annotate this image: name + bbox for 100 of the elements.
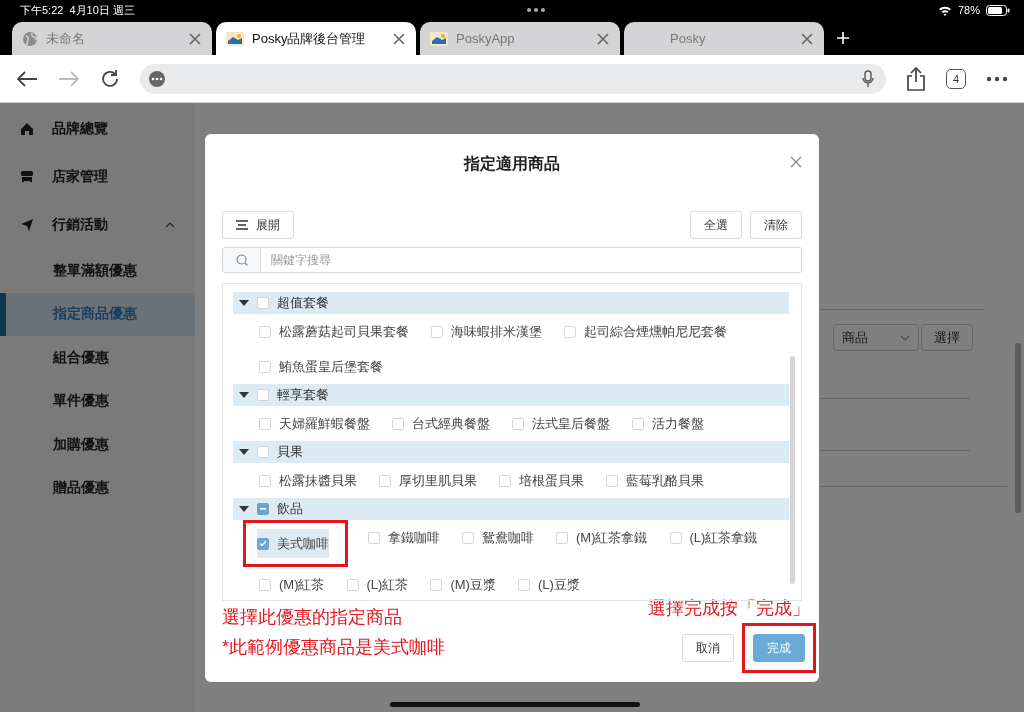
checkbox[interactable] (499, 474, 511, 487)
product-label: 鮪魚蛋皇后堡套餐 (279, 357, 383, 376)
send-icon (20, 218, 34, 232)
category-label: 輕享套餐 (277, 386, 329, 404)
close-icon[interactable] (790, 156, 802, 168)
category-row[interactable]: 超值套餐 (233, 292, 789, 314)
browser-tab[interactable]: Posky (624, 22, 824, 55)
checkbox[interactable] (556, 531, 568, 544)
product-label: 台式經典餐盤 (412, 414, 490, 433)
more-icon[interactable] (986, 75, 1008, 82)
close-icon (596, 31, 610, 46)
checkbox[interactable] (517, 578, 530, 591)
dialog-title: 指定適用商品 (464, 153, 560, 174)
home-icon (20, 122, 34, 136)
sidebar-subitem[interactable]: 贈品優惠 (0, 466, 195, 510)
expand-button[interactable]: 展開 (222, 211, 294, 239)
product-label: 拿鐵咖啡 (388, 528, 440, 547)
sidebar-subitem[interactable]: 加購優惠 (0, 423, 195, 467)
checkbox[interactable] (257, 537, 269, 550)
done-button[interactable]: 完成 (753, 634, 805, 662)
browser-tab[interactable]: 未命名 (12, 22, 212, 55)
clear-button[interactable]: 清除 (750, 211, 802, 239)
new-tab-icon[interactable] (836, 30, 850, 45)
category-row[interactable]: 貝果 (233, 441, 789, 463)
browser-tab[interactable]: Posky品牌後台管理 (216, 22, 416, 55)
more-circle-icon (148, 69, 166, 88)
close-icon (800, 31, 814, 46)
search-field[interactable]: 關鍵字搜尋 (261, 247, 802, 273)
address-field[interactable] (140, 63, 886, 94)
checkbox[interactable] (257, 503, 269, 515)
battery-icon (986, 4, 1010, 16)
battery-percent: 78% (957, 4, 980, 16)
sidebar-subitem[interactable]: 組合優惠 (0, 336, 195, 380)
checkbox[interactable] (259, 417, 271, 430)
category-row[interactable]: 飲品 (233, 498, 789, 520)
list-icon (236, 220, 248, 230)
annotation-text: *此範例優惠商品是美式咖啡 (222, 636, 446, 659)
product-label: (M)豆漿 (450, 575, 496, 594)
checkmark-icon (259, 540, 267, 547)
checkbox[interactable] (259, 325, 271, 338)
more-dots-icon (526, 7, 547, 13)
type-select[interactable]: 商品 (833, 324, 919, 351)
checkbox[interactable] (669, 531, 682, 544)
checkbox[interactable] (379, 474, 391, 487)
microphone-icon (862, 69, 874, 88)
product-label: (L)豆漿 (537, 575, 580, 594)
checkbox[interactable] (512, 417, 524, 430)
share-icon[interactable] (906, 66, 926, 91)
sidebar-subitem[interactable]: 單件優惠 (0, 379, 195, 423)
category-label: 超值套餐 (277, 294, 329, 312)
category-label: 貝果 (277, 443, 303, 461)
sidebar-subitem[interactable]: 整單滿額優惠 (0, 249, 195, 293)
product-label: (M)紅茶拿鐵 (576, 528, 648, 547)
product-label: 法式皇后餐盤 (532, 414, 610, 433)
checkbox[interactable] (257, 389, 269, 401)
sidebar-item[interactable]: 行銷活動 (0, 201, 195, 249)
tab-count-button[interactable]: 4 (946, 68, 966, 89)
product-label: (L)紅茶拿鐵 (689, 528, 758, 547)
back-icon[interactable] (16, 69, 38, 88)
checkbox[interactable] (462, 531, 474, 544)
app-logo-icon (226, 31, 244, 46)
category-row[interactable]: 輕享套餐 (233, 384, 789, 406)
checkbox[interactable] (431, 325, 443, 338)
product-label: 起司綜合煙燻帕尼尼套餐 (584, 322, 727, 341)
product-label: 藍莓乳酪貝果 (626, 471, 704, 490)
cancel-button[interactable]: 取消 (682, 634, 734, 662)
checkbox[interactable] (430, 578, 443, 591)
product-label: 松露蘑菇起司貝果套餐 (279, 322, 409, 341)
globe-icon (22, 30, 38, 47)
select-all-button[interactable]: 全選 (690, 211, 742, 239)
product-label: 培根蛋貝果 (519, 471, 584, 490)
checkbox[interactable] (346, 578, 359, 591)
sidebar-item[interactable]: 品牌總覽 (0, 105, 195, 153)
product-label: 美式咖啡 (277, 534, 329, 553)
checkbox[interactable] (259, 474, 271, 487)
product-label: 鴛鴦咖啡 (482, 528, 534, 547)
product-label: 厚切里肌貝果 (399, 471, 477, 490)
search-button[interactable] (222, 247, 261, 273)
status-date: 4月10日 週三 (69, 2, 135, 18)
checkbox[interactable] (632, 417, 644, 430)
checkbox[interactable] (392, 417, 404, 430)
checkbox[interactable] (606, 474, 618, 487)
choose-button[interactable]: 選擇 (921, 324, 973, 351)
sidebar-subitem[interactable]: 指定商品優惠 (0, 292, 195, 336)
browser-tab[interactable]: PoskyApp (420, 22, 620, 55)
checkbox[interactable] (259, 360, 271, 373)
checkbox[interactable] (257, 297, 269, 309)
minus-icon (260, 508, 266, 510)
search-icon (235, 254, 248, 266)
wifi-icon (937, 4, 952, 16)
product-label: 天婦羅鮮蝦餐盤 (279, 414, 370, 433)
checkbox[interactable] (257, 446, 269, 458)
reload-icon[interactable] (100, 68, 120, 89)
sidebar-item[interactable]: 店家管理 (0, 153, 195, 201)
checkbox[interactable] (564, 325, 576, 338)
checkbox[interactable] (368, 531, 380, 544)
product-label: 海味蝦排米漢堡 (451, 322, 542, 341)
product-label: (L)紅茶 (366, 575, 409, 594)
product-label: 活力餐盤 (652, 414, 704, 433)
checkbox[interactable] (259, 578, 271, 591)
